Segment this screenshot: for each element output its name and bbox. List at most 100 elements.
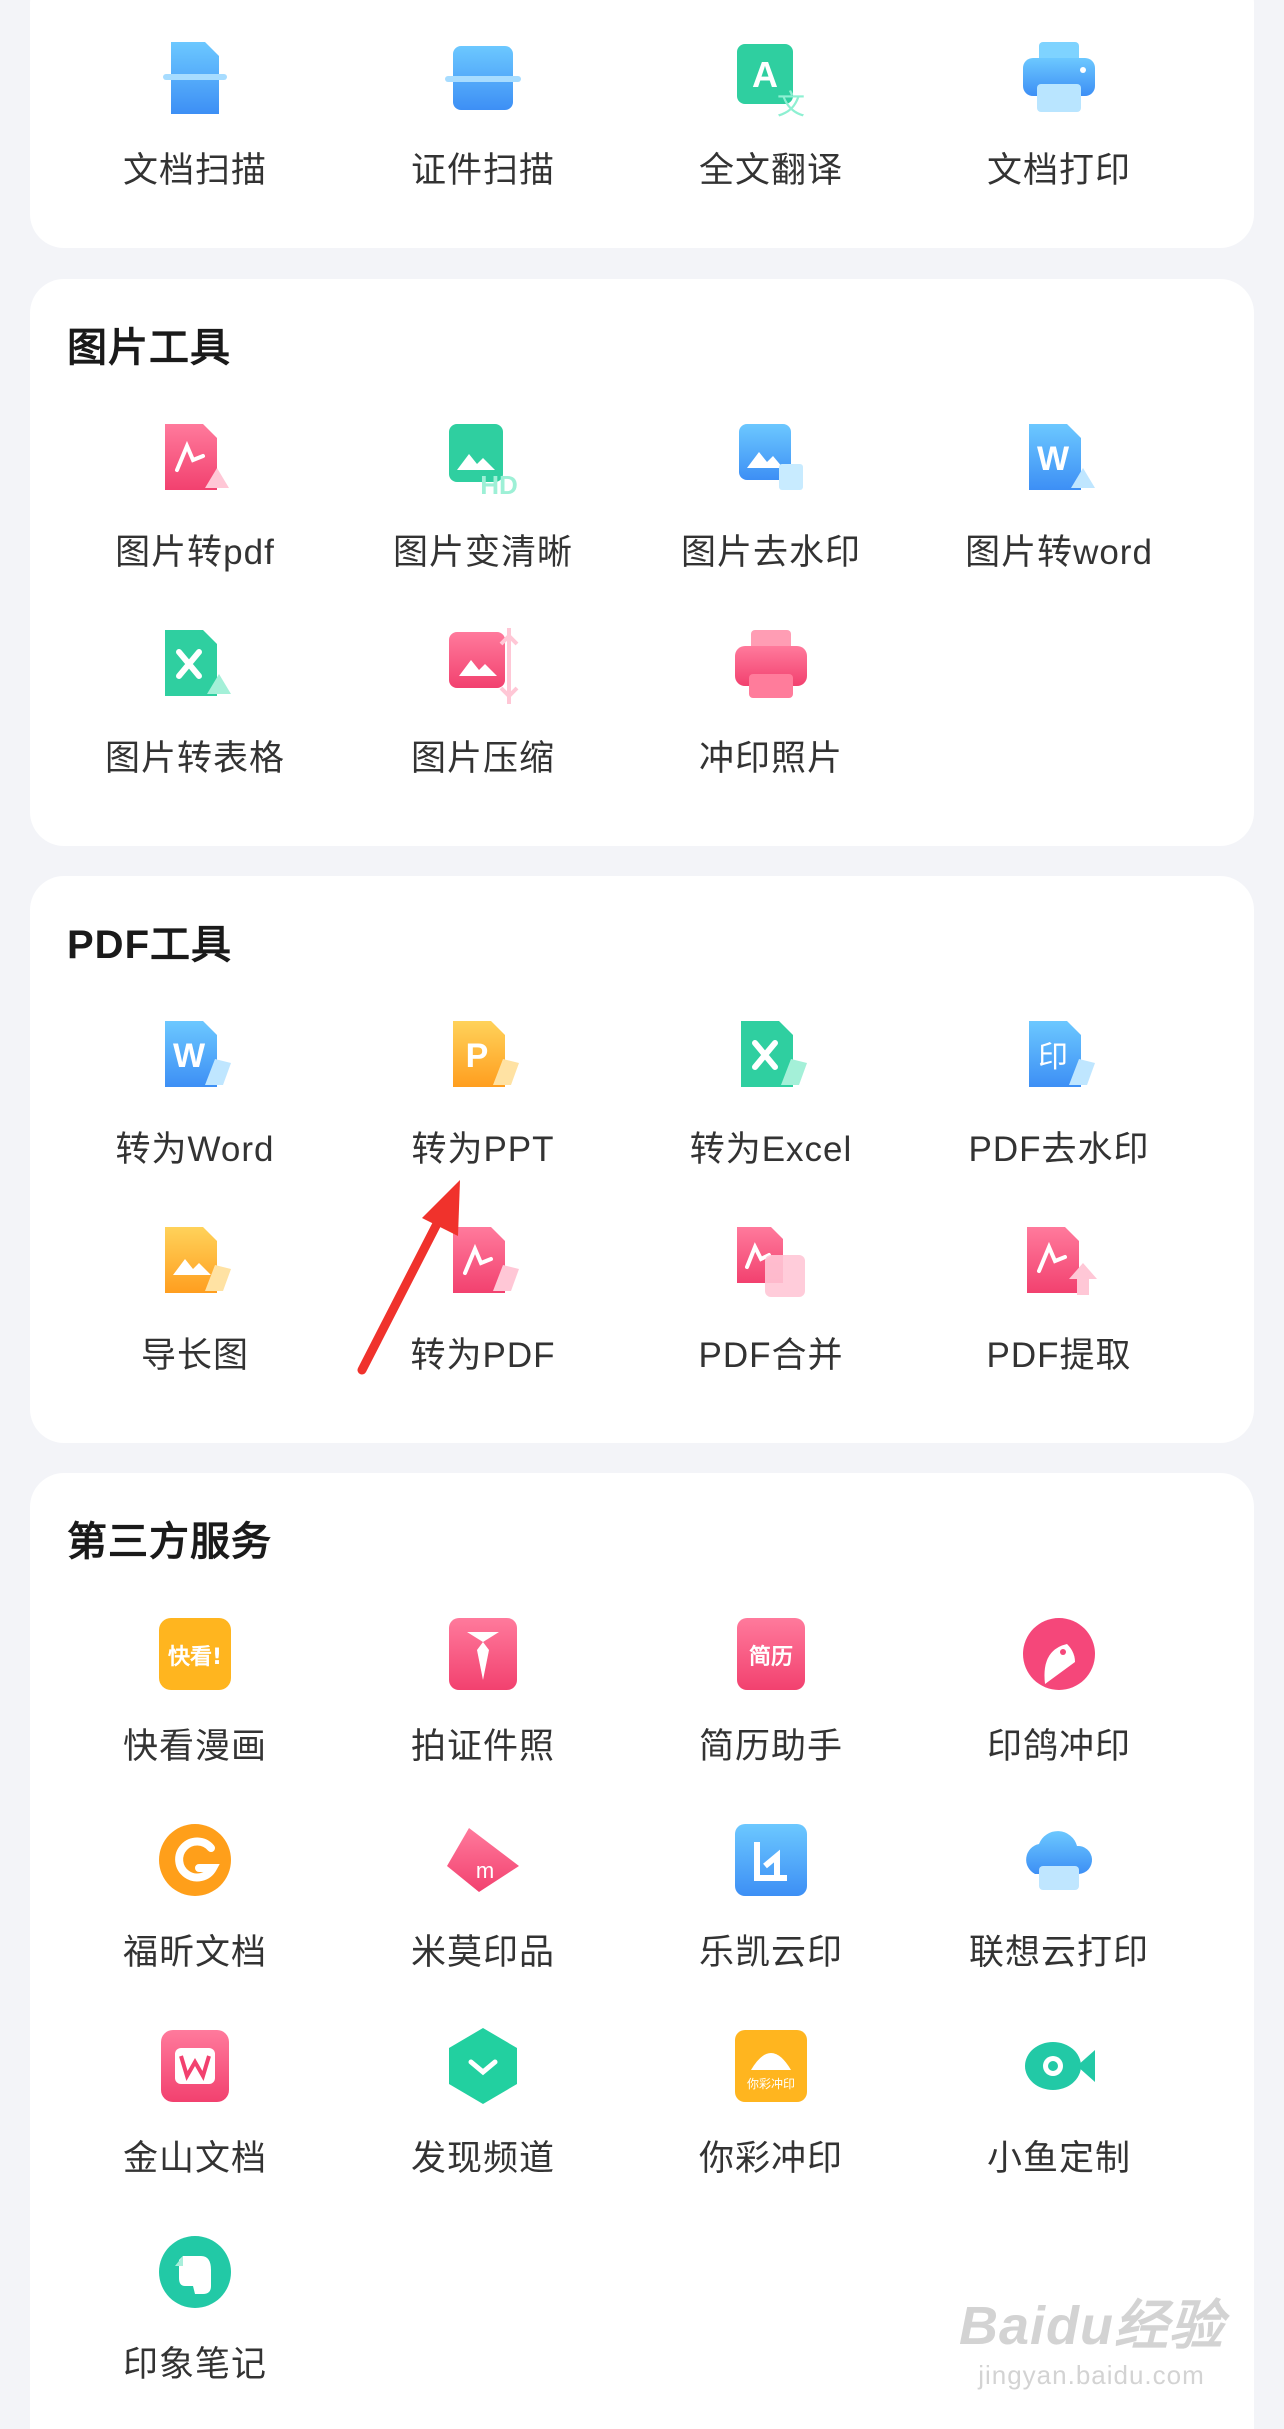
service-yinge-print[interactable]: 印鸽冲印 [915, 1608, 1203, 1808]
svg-text:A: A [752, 54, 778, 95]
tool-label: 福昕文档 [122, 1933, 267, 1972]
image-compress-icon [437, 620, 529, 712]
tool-image-to-word[interactable]: W 图片转word [915, 414, 1203, 614]
tool-document-scan[interactable]: 文档扫描 [51, 32, 339, 232]
tool-pdf-extract[interactable]: PDF提取 [915, 1217, 1203, 1417]
tool-label: 冲印照片 [698, 739, 843, 778]
kuaikan-comic-icon: 快看! [149, 1608, 241, 1700]
tool-label: 发现频道 [410, 2139, 555, 2178]
tool-label: 米莫印品 [410, 1933, 555, 1972]
tool-label: 转为PPT [411, 1130, 555, 1169]
tool-pdf-to-word[interactable]: W 转为Word [51, 1011, 339, 1211]
lenovo-cloud-print-icon [1013, 1814, 1105, 1906]
section-title: 图片工具 [67, 326, 231, 370]
image-tools-card: 图片工具 图片转pdf HD 图片变清晰 图片去水印 W 图片转word 图片转… [30, 279, 1254, 846]
tool-label: 证件扫描 [410, 151, 555, 190]
tool-label: PDF提取 [986, 1336, 1132, 1375]
tool-label: PDF去水印 [968, 1130, 1150, 1169]
document-scan-icon [149, 32, 241, 124]
tool-label: 印鸽冲印 [986, 1727, 1131, 1766]
id-scan-icon [437, 32, 529, 124]
section-title: 第三方服务 [67, 1520, 272, 1564]
tool-pdf-to-ppt[interactable]: P 转为PPT [339, 1011, 627, 1211]
tool-label: 简历助手 [698, 1727, 843, 1766]
tool-label: 快看漫画 [122, 1727, 267, 1766]
tool-translate[interactable]: A文 全文翻译 [627, 32, 915, 232]
id-photo-icon [437, 1608, 529, 1700]
svg-text:W: W [173, 1037, 206, 1075]
third-party-card: 第三方服务 快看! 快看漫画 拍证件照 简历 简历助手 印鸽冲印 福昕文档 m … [30, 1473, 1254, 2429]
service-lenovo-cloud-print[interactable]: 联想云打印 [915, 1814, 1203, 2014]
tool-label: 全文翻译 [698, 151, 843, 190]
svg-text:P: P [466, 1037, 489, 1075]
tool-photo-print[interactable]: 冲印照片 [627, 620, 915, 820]
pdf-remove-watermark-icon: 印 [1013, 1011, 1105, 1103]
translate-icon: A文 [725, 32, 817, 124]
tool-label: 印象笔记 [122, 2345, 267, 2384]
tool-label: 图片转pdf [115, 533, 275, 572]
nicai-print-icon: 你彩冲印 [725, 2020, 817, 2112]
svg-text:W: W [1037, 440, 1070, 478]
nicai-badge-text: 你彩冲印 [747, 2076, 795, 2091]
tool-pdf-to-excel[interactable]: 转为Excel [627, 1011, 915, 1211]
resume-icon: 简历 [725, 1608, 817, 1700]
image-to-excel-icon [149, 620, 241, 712]
service-resume[interactable]: 简历 简历助手 [627, 1608, 915, 1808]
tool-label: 文档打印 [986, 151, 1131, 190]
top-tools-card: 文档扫描 证件扫描 A文 全文翻译 文档打印 [30, 0, 1254, 248]
export-long-image-icon [149, 1217, 241, 1309]
tool-label: 图片转表格 [104, 739, 285, 778]
tool-label: 图片压缩 [410, 739, 555, 778]
service-id-photo[interactable]: 拍证件照 [339, 1608, 627, 1808]
tool-label: 图片去水印 [680, 533, 861, 572]
fish-custom-icon [1013, 2020, 1105, 2112]
tool-label: 小鱼定制 [986, 2139, 1131, 2178]
pdf-extract-icon [1013, 1217, 1105, 1309]
tool-convert-to-pdf[interactable]: 转为PDF [339, 1217, 627, 1417]
tool-label: 导长图 [140, 1336, 249, 1375]
tool-printer[interactable]: 文档打印 [915, 32, 1203, 232]
tool-label: 文档扫描 [122, 151, 267, 190]
tool-export-long-image[interactable]: 导长图 [51, 1217, 339, 1417]
tool-image-hd[interactable]: HD 图片变清晰 [339, 414, 627, 614]
pdf-to-ppt-icon: P [437, 1011, 529, 1103]
pdf-tools-card: PDF工具 W 转为Word P 转为PPT 转为Excel 印 PDF去水印 … [30, 876, 1254, 1443]
tool-pdf-merge[interactable]: PDF合并 [627, 1217, 915, 1417]
foxit-icon [149, 1814, 241, 1906]
tool-image-to-excel[interactable]: 图片转表格 [51, 620, 339, 820]
pdf-to-excel-icon [725, 1011, 817, 1103]
mimo-print-icon: m [437, 1814, 529, 1906]
svg-text:HD: HD [480, 470, 518, 500]
service-lucky-cloud-print[interactable]: 乐凯云印 [627, 1814, 915, 2014]
tool-image-remove-watermark[interactable]: 图片去水印 [627, 414, 915, 614]
lucky-cloud-print-icon [725, 1814, 817, 1906]
tool-label: PDF合并 [698, 1336, 844, 1375]
tool-label: 联想云打印 [968, 1933, 1149, 1972]
tool-pdf-remove-watermark[interactable]: 印 PDF去水印 [915, 1011, 1203, 1211]
service-mimo-print[interactable]: m 米莫印品 [339, 1814, 627, 2014]
photo-print-icon [725, 620, 817, 712]
image-to-pdf-icon [149, 414, 241, 506]
service-fish-custom[interactable]: 小鱼定制 [915, 2020, 1203, 2220]
service-discover-channel[interactable]: 发现频道 [339, 2020, 627, 2220]
image-hd-icon: HD [437, 414, 529, 506]
kingsoft-docs-icon [149, 2020, 241, 2112]
tool-label: 转为PDF [410, 1336, 556, 1375]
section-title: PDF工具 [67, 923, 232, 967]
service-nicai-print[interactable]: 你彩冲印 你彩冲印 [627, 2020, 915, 2220]
service-evernote[interactable]: 印象笔记 [51, 2226, 339, 2426]
pdf-merge-icon [725, 1217, 817, 1309]
tool-label: 乐凯云印 [698, 1933, 843, 1972]
printer-icon [1013, 32, 1105, 124]
tool-id-scan[interactable]: 证件扫描 [339, 32, 627, 232]
tool-label: 拍证件照 [410, 1727, 555, 1766]
image-remove-watermark-icon [725, 414, 817, 506]
service-kingsoft-docs[interactable]: 金山文档 [51, 2020, 339, 2220]
tool-image-compress[interactable]: 图片压缩 [339, 620, 627, 820]
tool-image-to-pdf[interactable]: 图片转pdf [51, 414, 339, 614]
service-foxit[interactable]: 福昕文档 [51, 1814, 339, 2014]
service-kuaikan-comic[interactable]: 快看! 快看漫画 [51, 1608, 339, 1808]
svg-text:文: 文 [777, 88, 805, 121]
tool-label: 金山文档 [122, 2139, 267, 2178]
resume-badge-text: 简历 [749, 1644, 793, 1670]
